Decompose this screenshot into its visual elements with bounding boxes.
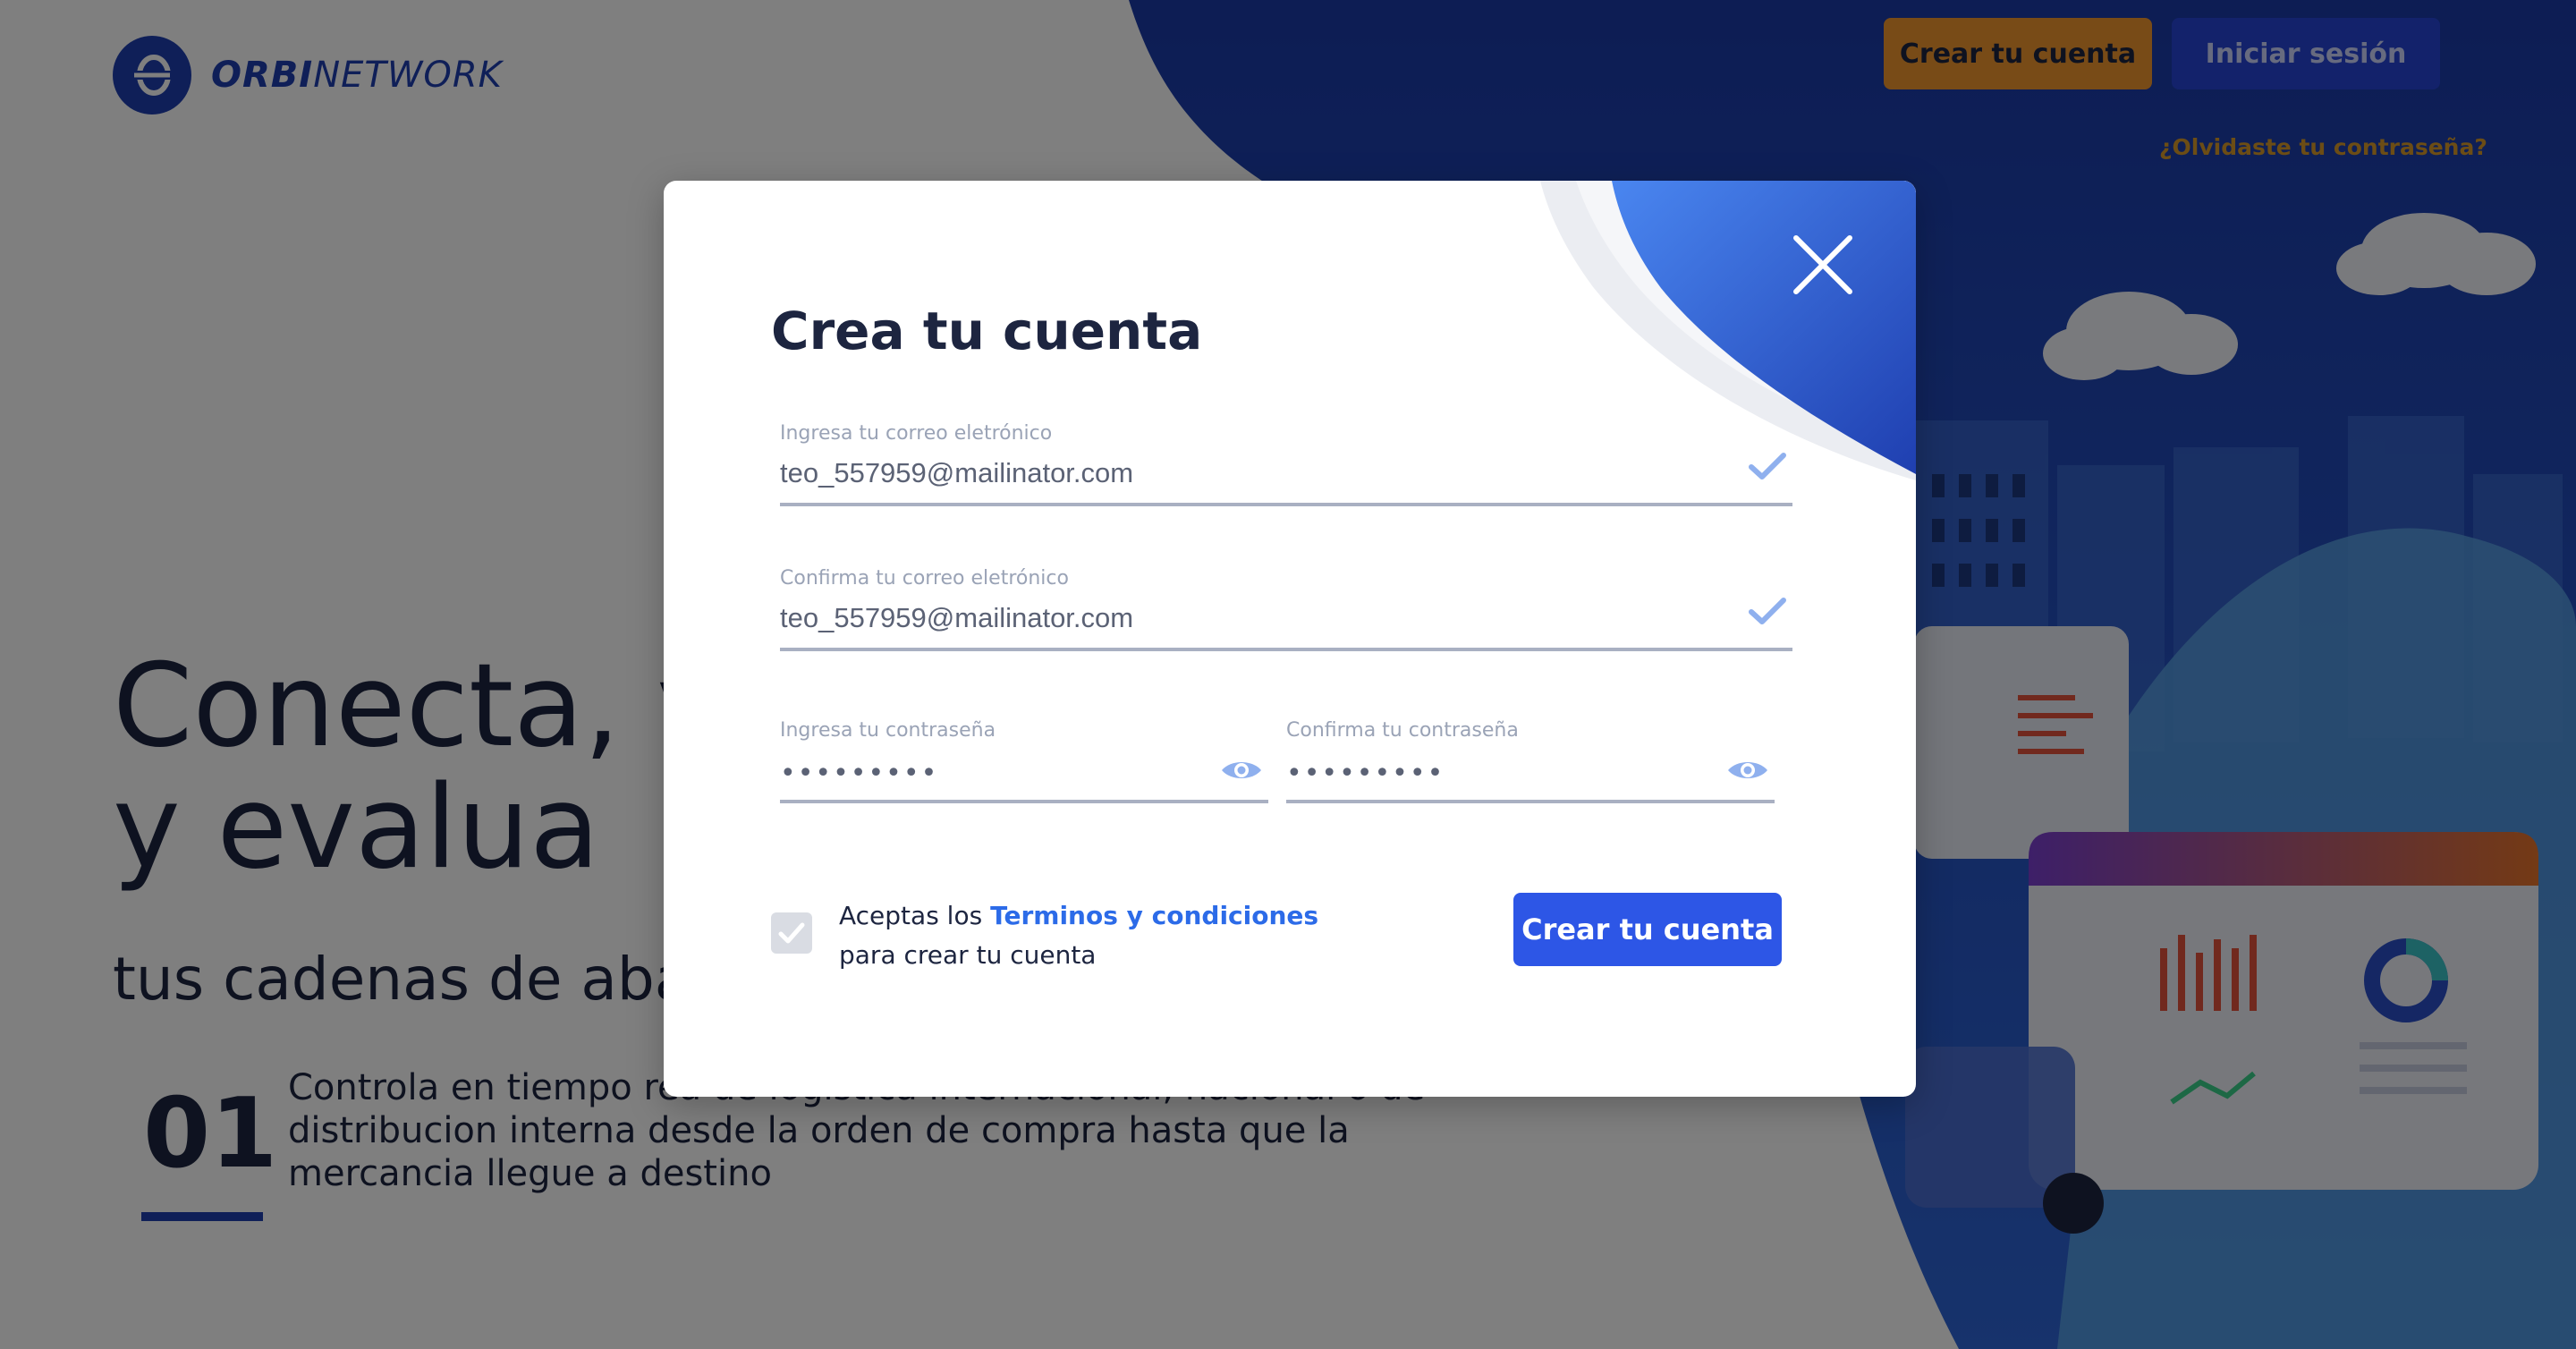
checkmark-icon — [1749, 598, 1786, 624]
email-input[interactable] — [780, 457, 1792, 489]
confirm-email-field[interactable]: Confirma tu correo eletrónico — [780, 567, 1792, 651]
email-underline — [780, 503, 1792, 506]
close-icon[interactable] — [1792, 234, 1853, 295]
confirm-password-input[interactable]: ••••••••• — [1286, 758, 1775, 789]
create-account-button[interactable]: Crear tu cuenta — [1513, 893, 1782, 966]
confirm-email-underline — [780, 648, 1792, 651]
terms-prefix: Aceptas los — [839, 901, 991, 930]
confirm-password-field[interactable]: Confirma tu contraseña ••••••••• — [1286, 719, 1775, 803]
confirm-password-label: Confirma tu contraseña — [1286, 719, 1519, 742]
terms-suffix: para crear tu cuenta — [839, 940, 1097, 970]
terms-text: Aceptas los Terminos y condiciones para … — [839, 896, 1318, 975]
checkmark-icon — [778, 922, 805, 944]
checkmark-icon — [1749, 453, 1786, 479]
terms-checkbox[interactable] — [771, 912, 812, 954]
terms-link[interactable]: Terminos y condiciones — [990, 901, 1318, 930]
eye-icon[interactable] — [1726, 757, 1769, 784]
eye-icon[interactable] — [1220, 757, 1263, 784]
password-underline — [780, 800, 1268, 803]
signup-modal: Crea tu cuenta Ingresa tu correo eletrón… — [664, 181, 1916, 1097]
email-label: Ingresa tu correo eletrónico — [780, 422, 1053, 445]
modal-title: Crea tu cuenta — [771, 301, 1203, 361]
email-field[interactable]: Ingresa tu correo eletrónico — [780, 422, 1792, 506]
confirm-email-label: Confirma tu correo eletrónico — [780, 567, 1069, 590]
password-label: Ingresa tu contraseña — [780, 719, 996, 742]
confirm-password-underline — [1286, 800, 1775, 803]
confirm-email-input[interactable] — [780, 602, 1792, 634]
password-field[interactable]: Ingresa tu contraseña ••••••••• — [780, 719, 1268, 803]
password-input[interactable]: ••••••••• — [780, 758, 1268, 789]
